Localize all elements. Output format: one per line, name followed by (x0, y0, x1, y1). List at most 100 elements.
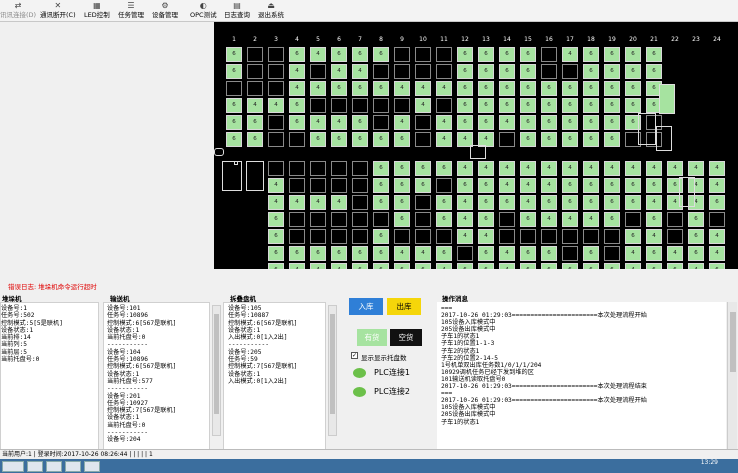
storage-cell[interactable]: 6 (457, 263, 473, 269)
storage-cell[interactable]: 6 (604, 178, 620, 193)
storage-cell[interactable]: 4 (436, 81, 452, 96)
conveyor-scrollbar[interactable] (212, 305, 221, 436)
storage-cell[interactable]: 4 (457, 161, 473, 176)
storage-cell[interactable]: 6 (331, 47, 347, 62)
storage-cell[interactable]: 6 (394, 132, 410, 147)
storage-cell[interactable]: 4 (289, 195, 305, 210)
storage-cell[interactable]: 6 (688, 246, 704, 261)
storage-cell[interactable]: 4 (688, 263, 704, 269)
storage-cell[interactable] (394, 98, 410, 113)
storage-cell[interactable]: 6 (415, 178, 431, 193)
storage-cell[interactable]: 6 (520, 81, 536, 96)
storage-cell[interactable]: 6 (604, 212, 620, 227)
storage-cell[interactable]: 4 (541, 178, 557, 193)
storage-cell[interactable]: 6 (625, 98, 641, 113)
storage-cell[interactable]: 6 (583, 81, 599, 96)
storage-cell[interactable]: 6 (415, 161, 431, 176)
storage-cell[interactable]: 6 (478, 64, 494, 79)
storage-cell[interactable]: 6 (352, 132, 368, 147)
storage-cell[interactable]: 6 (457, 115, 473, 130)
storage-cell[interactable]: 6 (478, 98, 494, 113)
storage-cell[interactable] (541, 47, 557, 62)
storage-cell[interactable]: 4 (331, 64, 347, 79)
storage-cell[interactable]: 4 (289, 263, 305, 269)
rgv-scrollbar[interactable] (328, 305, 337, 436)
storage-cell[interactable]: 6 (604, 98, 620, 113)
storage-cell[interactable] (541, 64, 557, 79)
storage-cell[interactable] (436, 178, 452, 193)
storage-cell[interactable] (373, 212, 389, 227)
storage-cell[interactable]: 4 (247, 98, 263, 113)
taskbar-app-4[interactable] (84, 461, 100, 472)
storage-cell[interactable]: 6 (457, 64, 473, 79)
storage-cell[interactable] (415, 64, 431, 79)
taskbar-app-1[interactable] (27, 461, 43, 472)
storage-cell[interactable]: 6 (331, 132, 347, 147)
storage-cell[interactable]: 4 (625, 263, 641, 269)
toolbar-button[interactable]: ◐ OPC测试 (190, 1, 217, 21)
storage-cell[interactable]: 6 (436, 212, 452, 227)
storage-cell[interactable]: 4 (478, 161, 494, 176)
storage-cell[interactable]: 4 (268, 195, 284, 210)
storage-cell[interactable]: 6 (562, 195, 578, 210)
storage-cell[interactable]: 6 (520, 64, 536, 79)
storage-cell[interactable]: 4 (352, 64, 368, 79)
storage-cell[interactable]: 6 (268, 212, 284, 227)
start-button[interactable] (2, 461, 24, 472)
storage-cell[interactable]: 4 (562, 161, 578, 176)
storage-cell[interactable]: 6 (625, 47, 641, 62)
storage-cell[interactable]: 4 (310, 263, 326, 269)
storage-cell[interactable]: 4 (394, 115, 410, 130)
storage-cell[interactable]: 4 (268, 178, 284, 193)
storage-cell[interactable] (352, 229, 368, 244)
storage-cell[interactable] (415, 195, 431, 210)
toolbar-button[interactable]: ⚙ 设备管理 (152, 1, 178, 21)
storage-cell[interactable]: 6 (583, 246, 599, 261)
storage-cell[interactable]: 6 (394, 212, 410, 227)
storage-cell[interactable] (310, 178, 326, 193)
storage-cell[interactable]: 6 (520, 263, 536, 269)
storage-cell[interactable] (709, 212, 725, 227)
storage-cell[interactable] (499, 229, 515, 244)
storage-cell[interactable]: 6 (331, 81, 347, 96)
storage-cell[interactable]: 6 (688, 212, 704, 227)
storage-cell[interactable]: 6 (478, 195, 494, 210)
storage-cell[interactable]: 6 (625, 64, 641, 79)
storage-cell[interactable]: 4 (415, 98, 431, 113)
storage-cell[interactable]: 4 (457, 195, 473, 210)
storage-cell[interactable] (604, 229, 620, 244)
storage-cell[interactable] (268, 64, 284, 79)
storage-cell[interactable]: 6 (562, 98, 578, 113)
storage-cell[interactable]: 6 (478, 263, 494, 269)
storage-cell[interactable] (352, 195, 368, 210)
storage-cell[interactable] (415, 229, 431, 244)
storage-cell[interactable]: 6 (394, 195, 410, 210)
storage-cell[interactable] (331, 161, 347, 176)
storage-cell[interactable]: 6 (352, 263, 368, 269)
storage-cell[interactable]: 6 (583, 132, 599, 147)
storage-cell[interactable]: 6 (352, 115, 368, 130)
storage-cell[interactable]: 6 (583, 178, 599, 193)
storage-cell[interactable]: 6 (373, 246, 389, 261)
storage-cell[interactable]: 6 (562, 115, 578, 130)
storage-cell[interactable]: 4 (520, 161, 536, 176)
inbound-button[interactable]: 入库 (349, 298, 383, 315)
storage-cell[interactable] (226, 81, 242, 96)
storage-cell[interactable] (541, 229, 557, 244)
taskbar-app-2[interactable] (46, 461, 62, 472)
storage-cell[interactable] (373, 98, 389, 113)
storage-cell[interactable]: 6 (625, 229, 641, 244)
storage-cell[interactable]: 4 (562, 47, 578, 62)
storage-cell[interactable] (331, 212, 347, 227)
storage-cell[interactable] (268, 47, 284, 62)
storage-cell[interactable]: 6 (394, 263, 410, 269)
storage-cell[interactable] (436, 47, 452, 62)
storage-cell[interactable]: 6 (478, 212, 494, 227)
storage-cell[interactable]: 4 (583, 212, 599, 227)
storage-cell[interactable] (415, 212, 431, 227)
storage-cell[interactable]: 6 (541, 132, 557, 147)
storage-cell[interactable]: 4 (268, 98, 284, 113)
storage-cell[interactable]: 6 (604, 64, 620, 79)
storage-cell[interactable]: 6 (667, 263, 683, 269)
storage-cell[interactable]: 6 (457, 47, 473, 62)
